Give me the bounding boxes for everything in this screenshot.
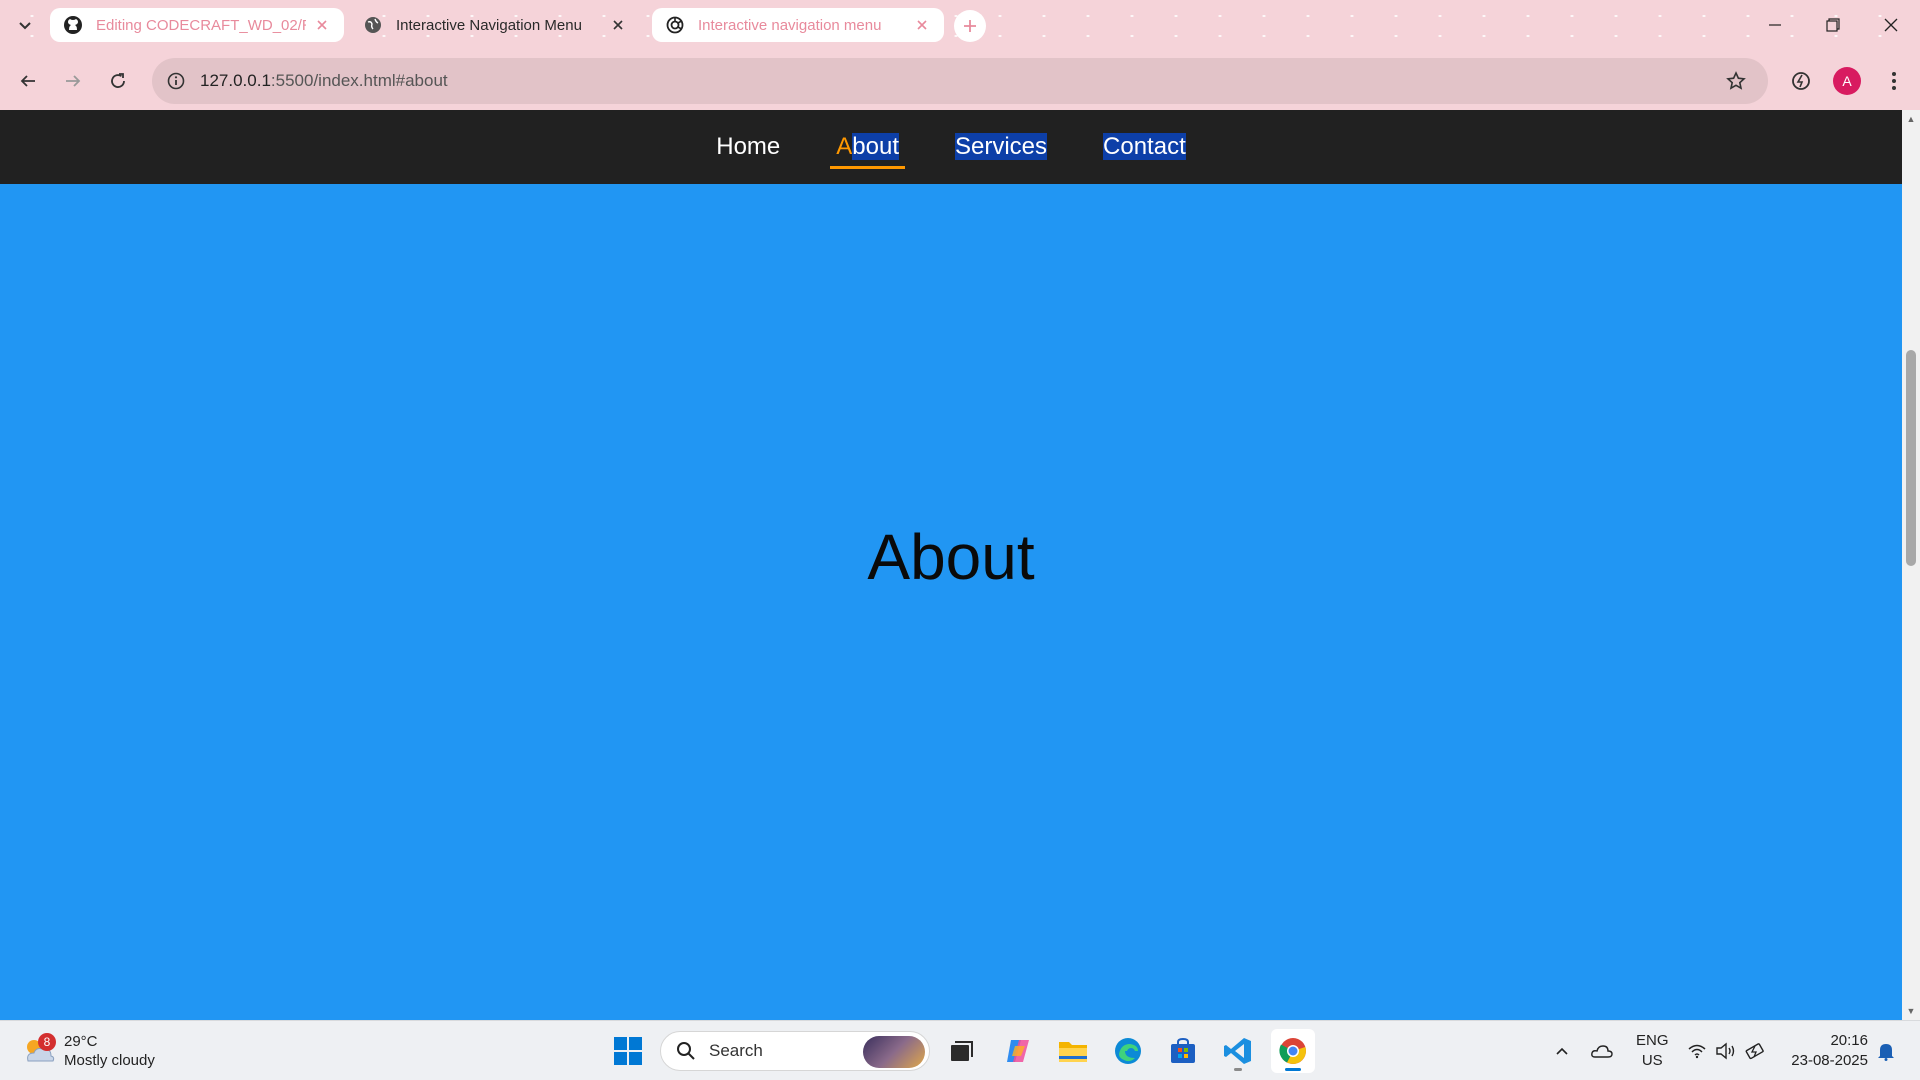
taskbar-search[interactable]: Search: [660, 1031, 930, 1071]
bookmark-star-icon[interactable]: [1722, 67, 1750, 95]
search-icon: [675, 1040, 697, 1062]
scroll-down-arrow-icon[interactable]: ▼: [1906, 1006, 1916, 1016]
github-icon: [62, 14, 84, 36]
forward-arrow-icon[interactable]: [57, 65, 89, 97]
task-view-icon[interactable]: [940, 1029, 984, 1073]
clock-date: 23-08-2025: [1791, 1052, 1868, 1069]
profile-avatar[interactable]: A: [1833, 67, 1861, 95]
close-icon[interactable]: [312, 15, 332, 35]
scrollbar-thumb[interactable]: [1906, 350, 1916, 566]
input-language-indicator[interactable]: ENG US: [1636, 1031, 1669, 1071]
tab-title: Interactive Navigation Menu: [396, 16, 582, 34]
nav-link-services[interactable]: Services: [949, 127, 1053, 167]
tab-strip: Editing CODECRAFT_WD_02/RE Interactive N…: [0, 0, 1920, 52]
window-close-icon[interactable]: [1862, 0, 1920, 50]
weather-widget[interactable]: 8 29°C Mostly cloudy: [20, 1029, 155, 1073]
nav-link-about[interactable]: About: [830, 127, 905, 169]
close-icon[interactable]: [608, 15, 628, 35]
running-indicator: [1234, 1068, 1242, 1071]
url-text: 127.0.0.1:5500/index.html#about: [200, 71, 448, 91]
site-info-icon[interactable]: [162, 67, 190, 95]
volume-icon[interactable]: [1714, 1039, 1738, 1063]
tab-title: Interactive navigation menu: [698, 16, 882, 34]
copilot-icon[interactable]: [996, 1029, 1040, 1073]
weather-temp: 29°C: [64, 1033, 98, 1050]
start-icon[interactable]: [606, 1029, 650, 1073]
lang-code: ENG: [1636, 1032, 1669, 1049]
battery-charging-icon[interactable]: [1744, 1039, 1768, 1063]
tab-interactive-navigation-menu[interactable]: Interactive Navigation Menu: [350, 8, 640, 42]
nav-link-label-rest: bout: [852, 133, 899, 160]
onedrive-cloud-icon[interactable]: [1590, 1039, 1614, 1063]
file-explorer-icon[interactable]: [1051, 1029, 1095, 1073]
search-label: Search: [709, 1041, 763, 1060]
performance-icon[interactable]: [1785, 65, 1817, 97]
nav-link-label-initial: A: [836, 133, 853, 160]
vscode-icon[interactable]: [1216, 1029, 1260, 1073]
microsoft-store-icon[interactable]: [1161, 1029, 1205, 1073]
search-highlight-image: [863, 1036, 925, 1068]
page-scrollbar[interactable]: ▲ ▼: [1902, 110, 1920, 1020]
nav-link-home[interactable]: Home: [710, 127, 786, 167]
back-arrow-icon[interactable]: [12, 65, 44, 97]
nav-link-label: Contact: [1103, 133, 1186, 160]
scroll-up-arrow-icon[interactable]: ▲: [1906, 114, 1916, 124]
chatgpt-icon: [664, 14, 686, 36]
globe-icon: [362, 14, 384, 36]
url-host: 127.0.0.1: [200, 71, 271, 90]
lang-region: US: [1641, 1052, 1663, 1069]
cloudy-weather-icon: 8: [20, 1031, 60, 1071]
clock-time: 20:16: [1830, 1032, 1868, 1049]
browser-toolbar: 127.0.0.1:5500/index.html#about A: [0, 52, 1920, 110]
page-viewport: Home About Services Contact About: [0, 110, 1902, 1020]
restore-icon[interactable]: [1804, 0, 1862, 50]
tab-editing-codecraft[interactable]: Editing CODECRAFT_WD_02/RE: [50, 8, 344, 42]
show-hidden-icons-chevron-up-icon[interactable]: [1550, 1039, 1574, 1063]
weather-badge: 8: [38, 1033, 56, 1051]
minimize-icon[interactable]: [1746, 0, 1804, 50]
address-bar[interactable]: 127.0.0.1:5500/index.html#about: [152, 58, 1768, 104]
chrome-icon[interactable]: [1271, 1029, 1315, 1073]
tab-search-chevron-icon[interactable]: [12, 12, 38, 38]
new-tab-plus-icon[interactable]: [954, 10, 986, 42]
active-indicator: [1285, 1068, 1301, 1071]
nav-link-label: Home: [716, 133, 781, 160]
notification-bell-icon[interactable]: [1874, 1039, 1898, 1063]
wifi-icon[interactable]: [1685, 1039, 1709, 1063]
url-path: :5500/index.html#about: [270, 71, 448, 90]
more-menu-icon[interactable]: [1878, 65, 1910, 97]
tab-interactive-navigation-menu-active[interactable]: Interactive navigation menu: [652, 8, 944, 42]
nav-link-contact[interactable]: Contact: [1097, 127, 1192, 167]
edge-icon[interactable]: [1106, 1029, 1150, 1073]
close-icon[interactable]: [912, 15, 932, 35]
weather-condition: Mostly cloudy: [64, 1052, 155, 1069]
section-heading: About: [867, 521, 1035, 593]
windows-taskbar: 8 29°C Mostly cloudy Search ENG US 20:16…: [0, 1020, 1920, 1080]
reload-icon[interactable]: [102, 65, 134, 97]
nav-link-label: Services: [955, 133, 1048, 160]
site-navbar: Home About Services Contact: [0, 110, 1902, 184]
tab-title: Editing CODECRAFT_WD_02/RE: [96, 16, 306, 34]
system-clock[interactable]: 20:16 23-08-2025: [1788, 1031, 1868, 1071]
